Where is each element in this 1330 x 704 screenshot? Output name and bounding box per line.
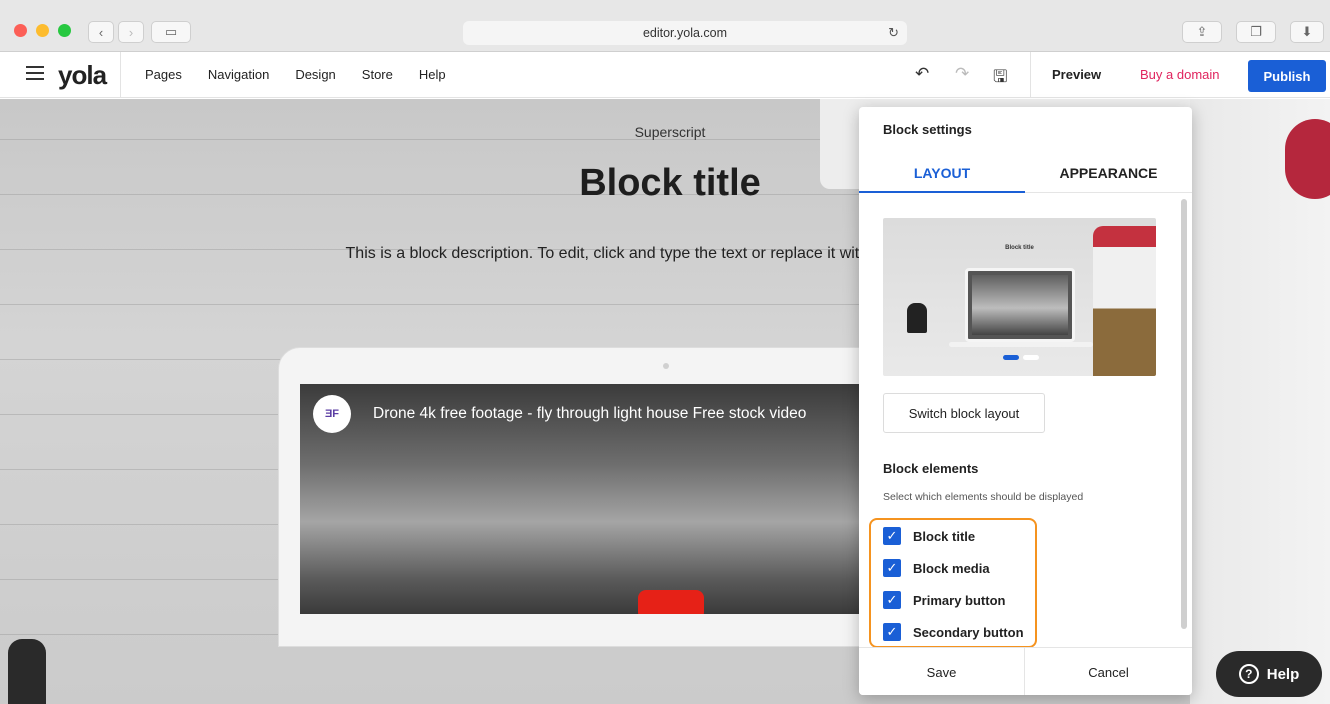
window-controls <box>14 24 71 37</box>
divider <box>1030 52 1031 98</box>
back-button[interactable]: ‹ <box>88 21 114 43</box>
panel-body: Block title Switch block layout Block el… <box>859 194 1179 648</box>
block-superscript[interactable]: Superscript <box>560 124 780 140</box>
thumbnail-laptop-base <box>949 342 1093 347</box>
panel-footer: Save Cancel <box>859 647 1192 695</box>
element-checkbox-secondary-button[interactable]: ✓ Secondary button <box>883 623 1024 641</box>
save-icon[interactable]: 🖫 <box>993 64 1007 93</box>
active-tab-indicator <box>859 191 1025 193</box>
reload-icon[interactable]: ↻ <box>888 25 899 41</box>
help-label: Help <box>1266 665 1300 683</box>
cancel-button[interactable]: Cancel <box>1025 648 1192 695</box>
nav-pages[interactable]: Pages <box>145 67 182 82</box>
tab-appearance[interactable]: APPEARANCE <box>1025 165 1192 181</box>
block-elements-subtitle: Select which elements should be displaye… <box>883 491 1084 503</box>
element-checkbox-block-title[interactable]: ✓ Block title <box>883 527 975 545</box>
checkbox-label: Primary button <box>913 592 1006 608</box>
close-window-button[interactable] <box>14 24 27 37</box>
zoom-window-button[interactable] <box>58 24 71 37</box>
nav-help[interactable]: Help <box>419 67 446 82</box>
undo-icon[interactable]: ↶ <box>915 64 929 84</box>
sidebar-icon: ▭ <box>164 24 178 39</box>
play-button-icon[interactable] <box>638 590 704 614</box>
checkbox-label: Block media <box>913 560 990 576</box>
yola-logo[interactable]: yola <box>58 60 107 91</box>
checkbox-checked-icon[interactable]: ✓ <box>883 623 901 641</box>
thumbnail-laptop <box>965 268 1075 342</box>
nav-store[interactable]: Store <box>362 67 393 82</box>
panel-tabs: LAYOUT APPEARANCE <box>859 159 1192 193</box>
browser-titlebar: ‹ › ▭ editor.yola.com ↻ ⇪ ❐ ⬇ <box>0 0 1330 52</box>
divider <box>120 52 121 98</box>
element-checkbox-primary-button[interactable]: ✓ Primary button <box>883 591 1005 609</box>
thumbnail-secondary-button <box>1023 355 1039 360</box>
block-title[interactable]: Block title <box>470 162 870 205</box>
background-lamp <box>8 639 46 704</box>
background-red-cap <box>1285 119 1330 199</box>
nav-navigation[interactable]: Navigation <box>208 67 269 82</box>
video-title[interactable]: Drone 4k free footage - fly through ligh… <box>373 405 806 423</box>
save-button[interactable]: Save <box>859 648 1025 695</box>
share-button[interactable]: ⇪ <box>1182 21 1222 43</box>
url-text: editor.yola.com <box>642 26 728 40</box>
checkbox-checked-icon[interactable]: ✓ <box>883 591 901 609</box>
tabs-overview-button[interactable]: ❐ <box>1236 21 1276 43</box>
layout-preview-thumbnail: Block title <box>883 218 1156 376</box>
nav-design[interactable]: Design <box>295 67 335 82</box>
panel-scrollbar[interactable] <box>1181 199 1187 629</box>
channel-avatar[interactable]: ƎF <box>313 395 351 433</box>
thumbnail-worker <box>1093 226 1156 376</box>
question-icon: ? <box>1238 664 1259 684</box>
help-button[interactable]: ? Help <box>1216 651 1322 697</box>
checkbox-label: Block title <box>913 528 976 544</box>
sidebar-toggle-button[interactable]: ▭ <box>151 21 191 43</box>
downloads-button[interactable]: ⬇ <box>1290 21 1324 43</box>
forward-button[interactable]: › <box>118 21 144 43</box>
checkbox-label: Secondary button <box>913 624 1024 640</box>
switch-block-layout-button[interactable]: Switch block layout <box>883 393 1045 433</box>
share-icon: ⇪ <box>1196 24 1208 39</box>
publish-button[interactable]: Publish <box>1248 60 1326 92</box>
chevron-left-icon: ‹ <box>98 24 104 40</box>
buy-domain-link[interactable]: Buy a domain <box>1140 67 1220 82</box>
hamburger-menu-icon[interactable] <box>26 66 44 80</box>
panel-title: Block settings <box>883 122 972 137</box>
download-icon: ⬇ <box>1301 24 1313 39</box>
address-bar[interactable]: editor.yola.com ↻ <box>463 21 907 45</box>
editor-toolbar: yola Pages Navigation Design Store Help … <box>0 52 1330 98</box>
editor-nav: Pages Navigation Design Store Help <box>145 67 446 82</box>
checkbox-checked-icon[interactable]: ✓ <box>883 559 901 577</box>
preview-button[interactable]: Preview <box>1052 67 1101 82</box>
minimize-window-button[interactable] <box>36 24 49 37</box>
block-elements-heading: Block elements <box>883 461 979 476</box>
block-settings-panel: Block settings LAYOUT APPEARANCE Block t… <box>859 107 1192 695</box>
tabs-icon: ❐ <box>1250 24 1262 39</box>
checkbox-checked-icon[interactable]: ✓ <box>883 527 901 545</box>
chevron-right-icon: › <box>128 24 134 40</box>
laptop-camera <box>663 363 669 369</box>
redo-icon[interactable]: ↷ <box>955 64 969 84</box>
tab-layout[interactable]: LAYOUT <box>859 165 1025 181</box>
thumbnail-primary-button <box>1003 355 1019 360</box>
element-checkbox-block-media[interactable]: ✓ Block media <box>883 559 990 577</box>
thumbnail-lamp <box>907 303 927 333</box>
